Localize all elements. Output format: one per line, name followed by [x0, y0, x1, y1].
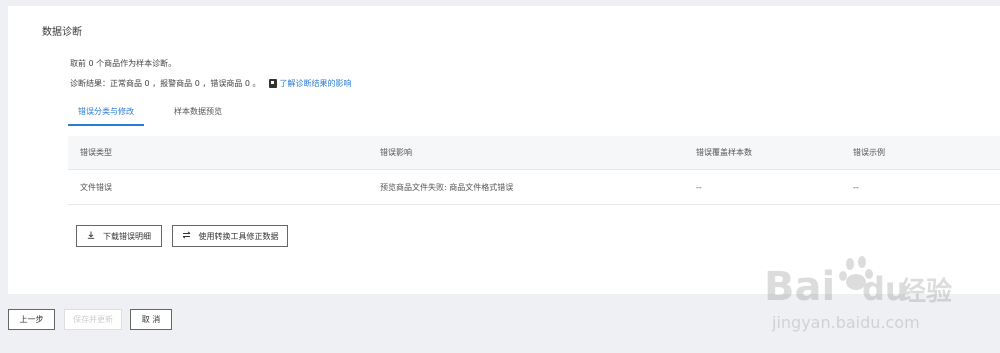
impact-link[interactable]: 了解诊断结果的影响 — [280, 78, 352, 89]
download-errors-button[interactable]: 下载错误明细 — [76, 225, 162, 247]
previous-step-button[interactable]: 上一步 — [8, 309, 55, 330]
swap-icon — [182, 231, 191, 241]
sample-note: 取前 0 个商品作为样本诊断。 — [70, 59, 177, 68]
tab-bar: 错误分类与修改 样本数据预览 — [68, 102, 232, 126]
header-error-coverage: 错误覆盖样本数 — [696, 148, 752, 157]
watermark-brand: Bai — [764, 264, 835, 310]
cancel-button[interactable]: 取 消 — [130, 309, 172, 330]
doc-icon — [268, 79, 277, 88]
cell-error-example: -- — [853, 182, 859, 192]
table-row: 文件错误 预览商品文件失败: 商品文件格式错误 -- -- — [68, 170, 1000, 205]
result-summary: 诊断结果：正常商品 0 ，报警商品 0 ，错误商品 0 。 了解诊断结果的影响 — [70, 78, 352, 89]
cell-error-type: 文件错误 — [80, 182, 112, 192]
baidu-watermark: Bai du 经验 jingyan.baidu.com — [762, 248, 952, 338]
cell-error-coverage: -- — [696, 182, 702, 192]
header-error-impact: 错误影响 — [380, 148, 412, 157]
download-icon — [87, 231, 95, 241]
watermark-url: jingyan.baidu.com — [771, 313, 920, 332]
watermark-cn: 经验 — [900, 276, 952, 307]
error-table: 错误类型 错误影响 错误覆盖样本数 错误示例 文件错误 预览商品文件失败: 商品… — [68, 136, 1000, 205]
convert-tool-button[interactable]: 使用转换工具修正数据 — [172, 225, 288, 247]
cell-error-impact: 预览商品文件失败: 商品文件格式错误 — [380, 182, 514, 192]
table-header: 错误类型 错误影响 错误覆盖样本数 错误示例 — [68, 136, 1000, 170]
tab-sample-preview[interactable]: 样本数据预览 — [164, 102, 232, 126]
convert-label: 使用转换工具修正数据 — [198, 231, 279, 241]
section-title: 数据诊断 — [42, 27, 82, 38]
result-text: 诊断结果：正常商品 0 ，报警商品 0 ，错误商品 0 。 — [70, 79, 261, 88]
tab-error-classification[interactable]: 错误分类与修改 — [68, 102, 144, 126]
header-error-type: 错误类型 — [80, 148, 112, 157]
save-update-button[interactable]: 保存并更新 — [64, 309, 122, 330]
header-error-example: 错误示例 — [853, 148, 885, 157]
download-label: 下载错误明细 — [103, 231, 151, 241]
